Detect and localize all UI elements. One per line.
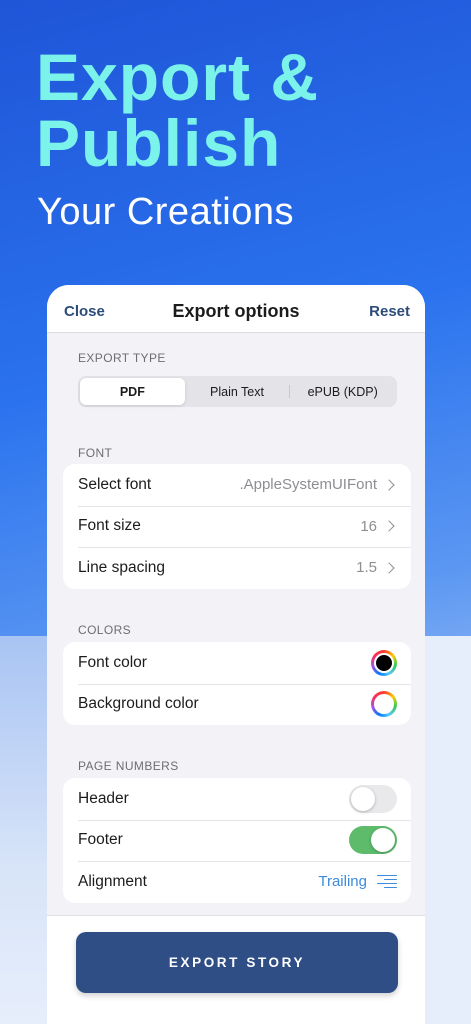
color-swatch [374, 694, 394, 715]
chevron-right-icon [383, 479, 395, 491]
toggle-knob [351, 786, 375, 811]
row-label: Font size [78, 517, 141, 535]
section-label-colors: COLORS [78, 623, 132, 637]
chevron-right-icon [383, 562, 395, 574]
background-lower-right [425, 636, 471, 1024]
row-value: 1.5 [356, 559, 377, 577]
row-label: Line spacing [78, 558, 166, 576]
footer-bar: EXPORT STORY [47, 915, 425, 1024]
row-label: Select font [78, 475, 152, 493]
row-value: .AppleSystemUIFont [239, 476, 377, 494]
segment-plain-text[interactable]: Plain Text [185, 378, 290, 405]
background-color-well[interactable] [371, 691, 397, 718]
reset-button[interactable]: Reset [369, 303, 410, 320]
row-label: Alignment [78, 872, 147, 890]
segment-pdf[interactable]: PDF [80, 378, 185, 405]
page-numbers-group: Header Footer Alignment Trailing [63, 778, 411, 903]
alignment-value[interactable]: Trailing [318, 873, 367, 890]
font-color-well[interactable] [371, 649, 397, 676]
row-alignment[interactable]: Alignment Trailing [63, 861, 411, 903]
row-value: 16 [360, 517, 377, 535]
font-group: Select font .AppleSystemUIFont Font size… [63, 464, 411, 589]
segment-epub[interactable]: ePUB (KDP) [290, 378, 395, 405]
section-label-font: FONT [78, 446, 113, 460]
row-header: Header [63, 778, 411, 820]
row-label: Header [78, 789, 129, 807]
row-background-color[interactable]: Background color [63, 683, 411, 726]
row-line-spacing[interactable]: Line spacing 1.5 [63, 547, 411, 589]
footer-toggle[interactable] [349, 826, 397, 855]
colors-group: Font color Background color [63, 642, 411, 725]
promo-headline: Export & Publish [36, 44, 319, 176]
headline-line-1: Export & [36, 40, 320, 114]
row-font-size[interactable]: Font size 16 [63, 505, 411, 548]
align-right-icon [377, 874, 397, 890]
toggle-knob [371, 828, 395, 853]
chevron-right-icon [383, 520, 395, 532]
export-story-button[interactable]: EXPORT STORY [76, 932, 398, 993]
row-select-font[interactable]: Select font .AppleSystemUIFont [63, 464, 411, 506]
color-swatch [374, 652, 394, 673]
section-label-page-numbers: PAGE NUMBERS [78, 759, 179, 773]
row-label: Font color [78, 653, 147, 671]
row-font-color[interactable]: Font color [63, 642, 411, 684]
nav-bar: Close Export options Reset [47, 285, 425, 333]
row-footer: Footer [63, 819, 411, 862]
promo-subheadline: Your Creations [37, 191, 294, 233]
header-toggle[interactable] [349, 784, 397, 813]
row-label: Background color [78, 695, 199, 713]
section-label-export-type: EXPORT TYPE [78, 351, 166, 365]
headline-line-2: Publish [36, 106, 282, 180]
row-label: Footer [78, 831, 123, 849]
export-options-sheet: Close Export options Reset EXPORT TYPE P… [47, 285, 425, 1024]
export-type-segmented-control: PDF Plain Text ePUB (KDP) [78, 376, 397, 407]
